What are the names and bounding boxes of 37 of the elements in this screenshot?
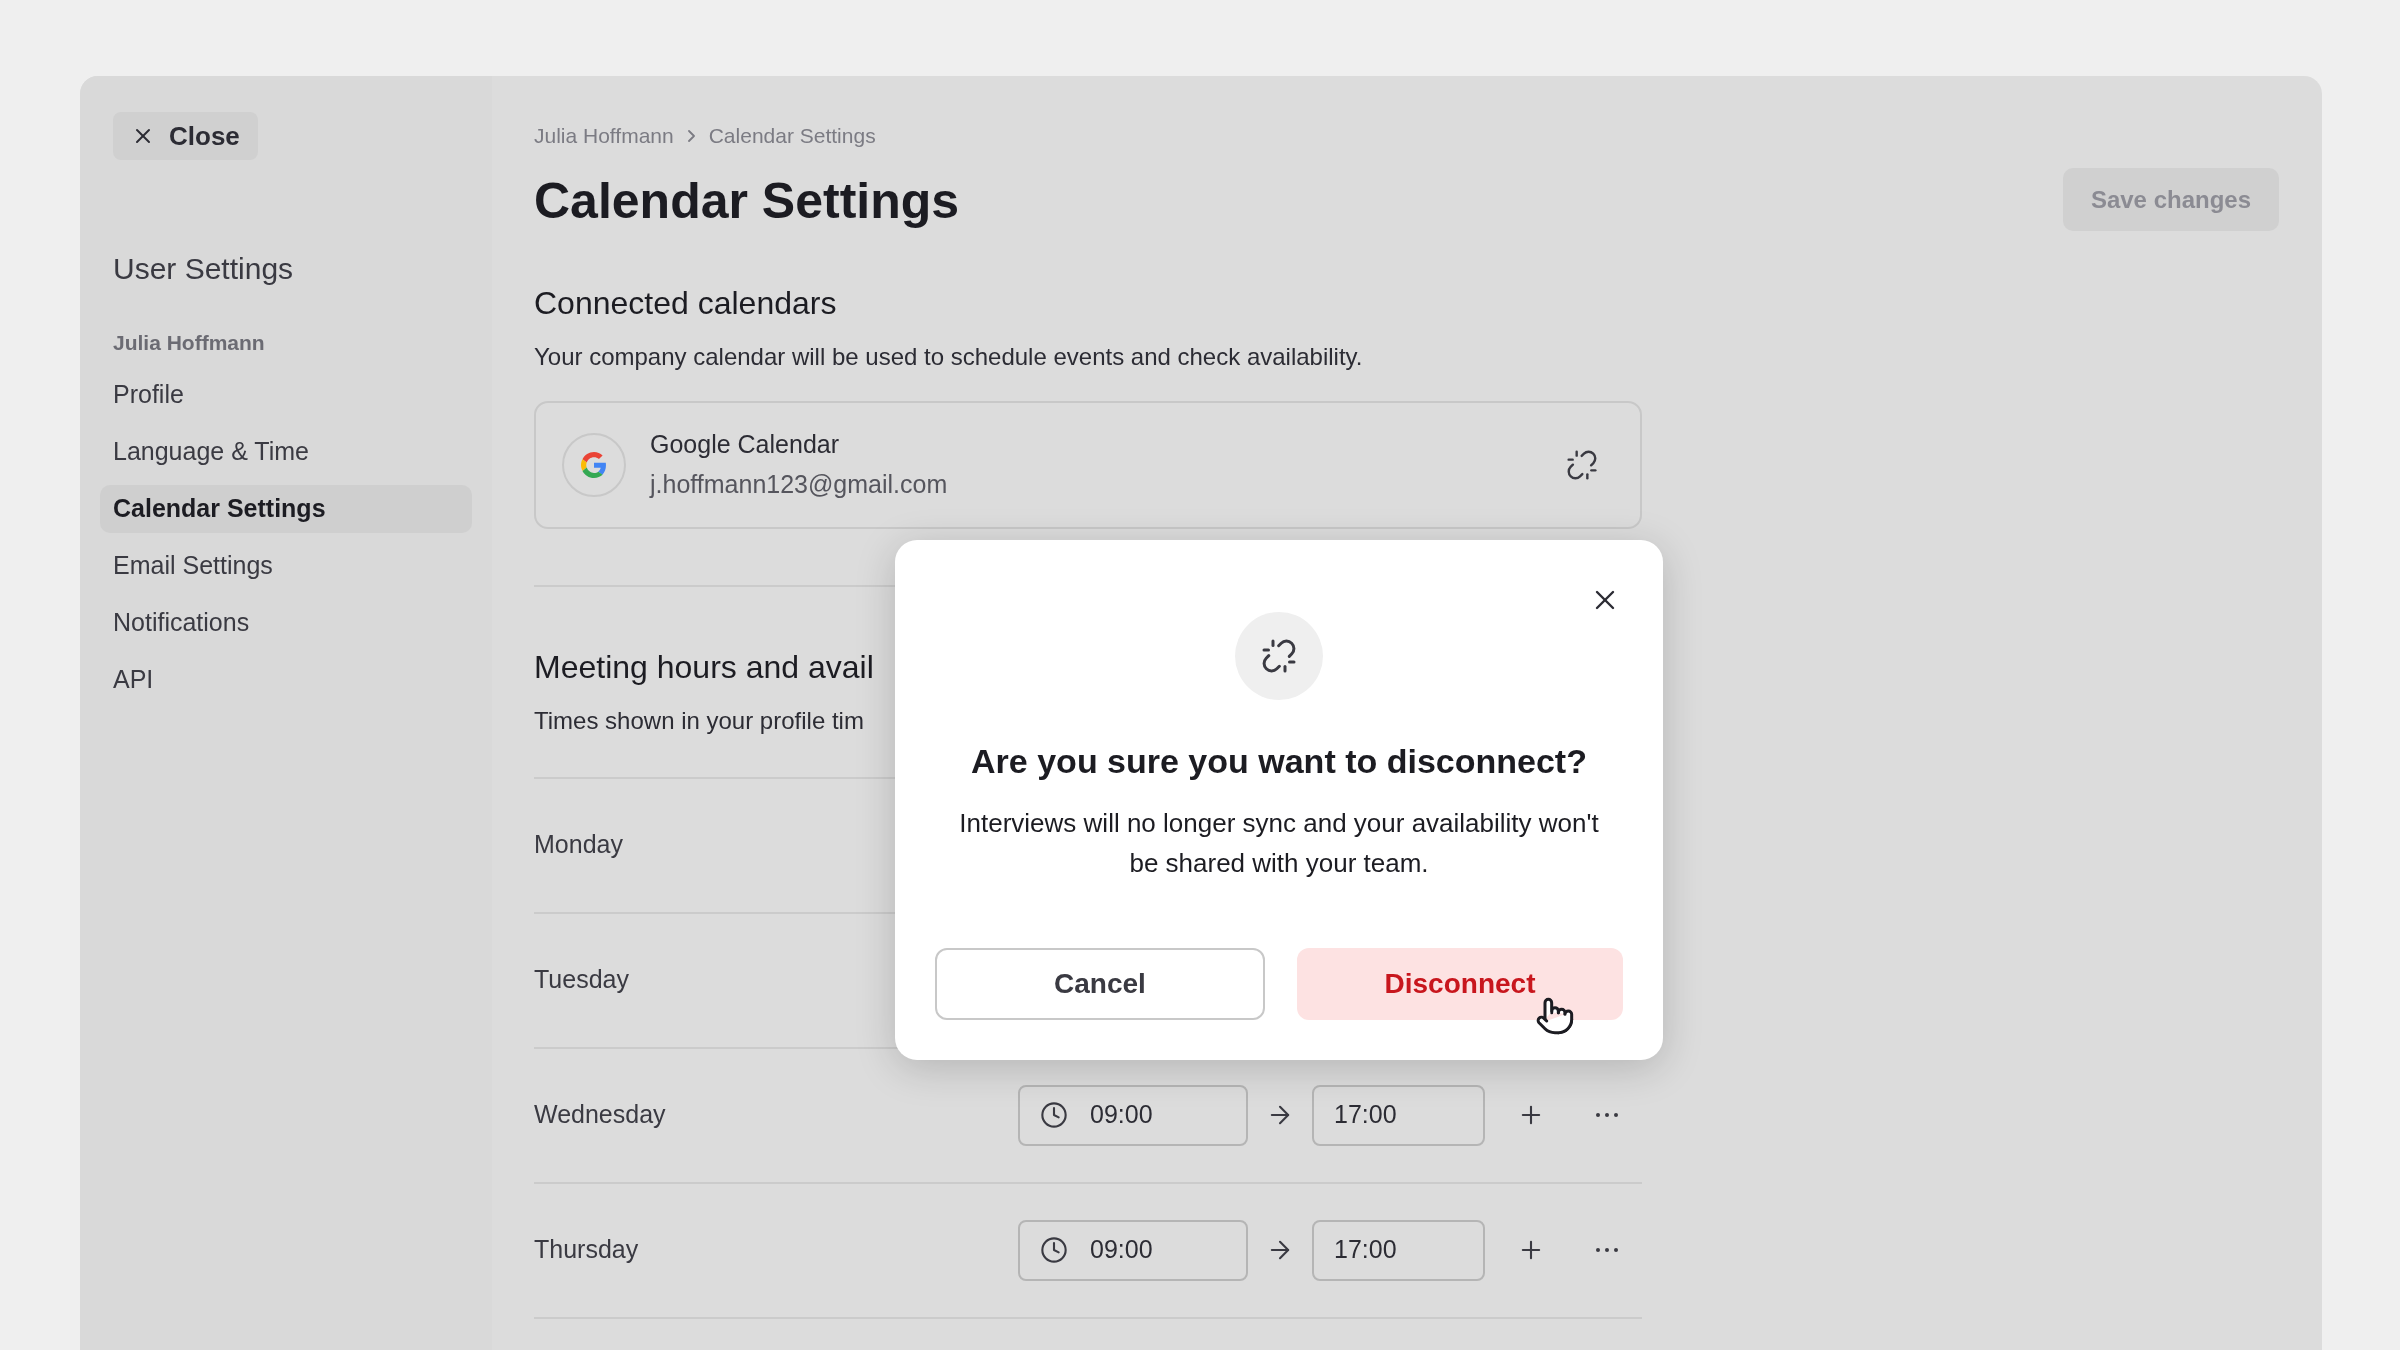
end-time-field[interactable]: 17:00 bbox=[1312, 1084, 1485, 1146]
section-heading: Meeting hours and avail bbox=[534, 647, 874, 687]
day-label: Tuesday bbox=[534, 964, 630, 996]
account-name: Julia Hoffmann bbox=[113, 330, 266, 356]
sidebar-item[interactable]: Language & Time bbox=[100, 427, 472, 476]
pointer-cursor-icon bbox=[1535, 996, 1575, 1036]
clock-icon bbox=[1040, 1236, 1068, 1264]
page-title: Calendar Settings bbox=[534, 171, 961, 231]
close-button[interactable]: Close bbox=[113, 112, 258, 160]
sidebar-item[interactable]: Profile bbox=[100, 370, 472, 419]
dialog-message: Interviews will no longer sync and your availability won't be shared with your team. bbox=[958, 807, 1600, 880]
google-logo-icon bbox=[581, 451, 607, 478]
calendar-name: Google Calendar bbox=[650, 429, 840, 460]
section-heading: Connected calendars bbox=[534, 283, 838, 323]
sidebar-item[interactable]: Calendar Settings bbox=[100, 484, 472, 533]
cancel-button[interactable]: Cancel bbox=[935, 948, 1265, 1020]
sidebar-item[interactable]: API bbox=[100, 655, 472, 704]
more-icon bbox=[1596, 1248, 1618, 1252]
sidebar-item[interactable]: Email Settings bbox=[100, 541, 472, 590]
clock-icon bbox=[1040, 1101, 1068, 1129]
day-label: Wednesday bbox=[534, 1099, 667, 1131]
more-icon bbox=[1596, 1113, 1618, 1117]
day-label: Thursday bbox=[534, 1234, 640, 1266]
start-time-field[interactable]: 09:00 bbox=[1018, 1219, 1248, 1281]
start-time-field[interactable]: 09:00 bbox=[1018, 1084, 1248, 1146]
day-label: Monday bbox=[534, 829, 624, 861]
section-description: Times shown in your profile tim bbox=[534, 705, 864, 736]
chevron-right-icon bbox=[687, 129, 695, 142]
sidebar-heading: User Settings bbox=[113, 251, 295, 287]
section-description: Your company calendar will be used to schedule events and check availability. bbox=[534, 341, 1364, 372]
disconnect-button[interactable]: Disconnect bbox=[1297, 948, 1623, 1020]
dialog-title: Are you sure you want to disconnect? bbox=[971, 741, 1587, 782]
sidebar-item[interactable]: Notifications bbox=[100, 598, 472, 647]
calendar-email: j.hoffmann123@gmail.com bbox=[650, 468, 948, 500]
unlink-icon bbox=[1261, 638, 1297, 674]
unlink-icon bbox=[1566, 448, 1598, 481]
end-time-field[interactable]: 17:00 bbox=[1312, 1219, 1485, 1281]
